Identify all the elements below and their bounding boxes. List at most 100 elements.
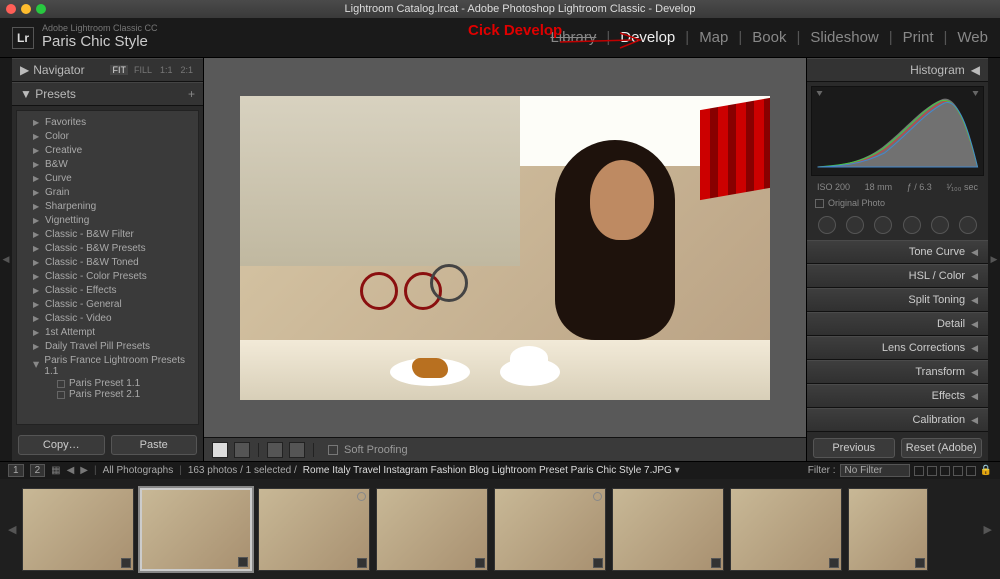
panel-calibration[interactable]: Calibration◀	[807, 408, 988, 432]
preset-folder[interactable]: ▶Favorites	[17, 115, 198, 129]
preset-folder[interactable]: ▶Classic - B&W Presets	[17, 241, 198, 255]
spot-removal-icon[interactable]	[846, 216, 864, 234]
right-panel-collapse[interactable]: ▶	[988, 58, 1000, 461]
reset-button[interactable]: Reset (Adobe)	[901, 438, 983, 458]
preset-folder[interactable]: ▶Vignetting	[17, 213, 198, 227]
preset-item[interactable]: Paris Preset 2.1	[17, 389, 198, 400]
filmstrip-thumb[interactable]	[376, 488, 488, 571]
filmstrip[interactable]: ◀ ▶	[0, 479, 1000, 579]
mac-titlebar: Lightroom Catalog.lrcat - Adobe Photosho…	[0, 0, 1000, 18]
histogram-panel-header[interactable]: Histogram ◀	[807, 58, 988, 82]
filmstrip-header: 1 2 ▦ ◀ ▶ | All Photographs | 163 photos…	[0, 461, 1000, 479]
preset-folder-open[interactable]: ▶Paris France Lightroom Presets 1.1	[17, 353, 198, 378]
local-adjustments-toolstrip	[807, 212, 988, 240]
brush-tool-icon[interactable]	[959, 216, 977, 234]
add-preset-icon[interactable]: +	[188, 87, 195, 101]
preset-folder[interactable]: ▶Classic - Video	[17, 311, 198, 325]
zoom-picker[interactable]: FITFILL1:12:1	[110, 65, 195, 75]
identity-plate: Paris Chic Style	[42, 34, 158, 51]
filmstrip-scroll-right-icon[interactable]: ▶	[984, 523, 992, 536]
grid-view-icon[interactable]: ▦	[51, 465, 60, 476]
navigator-panel-header[interactable]: ▶ Navigator FITFILL1:12:1	[12, 58, 203, 82]
filmstrip-thumb[interactable]	[848, 488, 928, 571]
paste-button[interactable]: Paste	[111, 435, 198, 455]
filmstrip-thumb[interactable]	[258, 488, 370, 571]
module-slideshow[interactable]: Slideshow	[810, 29, 878, 46]
filter-label: Filter :	[808, 465, 836, 476]
preset-folder[interactable]: ▶1st Attempt	[17, 325, 198, 339]
copy-button[interactable]: Copy…	[18, 435, 105, 455]
current-filename: Rome Italy Travel Instagram Fashion Blog…	[303, 465, 672, 476]
histogram-label: Histogram	[910, 63, 965, 77]
preset-folder[interactable]: ▶Classic - General	[17, 297, 198, 311]
filmstrip-thumb[interactable]	[730, 488, 842, 571]
preset-folder[interactable]: ▶Classic - Color Presets	[17, 269, 198, 283]
source-label[interactable]: All Photographs	[103, 465, 174, 476]
exif-summary: ISO 20018 mmƒ / 6.3¹⁄₁₀₀ sec	[811, 180, 984, 194]
forward-icon[interactable]: ▶	[80, 465, 88, 476]
presets-list: ▶Favorites ▶Color ▶Creative ▶B&W ▶Curve …	[16, 110, 199, 425]
preset-folder[interactable]: ▶Classic - B&W Toned	[17, 255, 198, 269]
filmstrip-thumb[interactable]	[612, 488, 724, 571]
filter-lock-icon[interactable]: 🔒	[980, 465, 992, 476]
preset-folder[interactable]: ▶Classic - Effects	[17, 283, 198, 297]
preset-folder[interactable]: ▶Sharpening	[17, 199, 198, 213]
presets-panel-header[interactable]: ▼ Presets +	[12, 82, 203, 106]
module-print[interactable]: Print	[903, 29, 934, 46]
preset-folder[interactable]: ▶Curve	[17, 171, 198, 185]
photo-preview[interactable]	[240, 96, 770, 400]
compare-view-button[interactable]	[267, 442, 283, 458]
module-web[interactable]: Web	[957, 29, 988, 46]
filmstrip-thumb[interactable]	[22, 488, 134, 571]
module-picker: Library| Develop| Map| Book| Slideshow| …	[550, 29, 988, 46]
soft-proofing-checkbox[interactable]	[328, 445, 338, 455]
original-photo-label: Original Photo	[828, 198, 885, 208]
previous-button[interactable]: Previous	[813, 438, 895, 458]
panel-hsl-color[interactable]: HSL / Color◀	[807, 264, 988, 288]
preset-folder[interactable]: ▶Classic - B&W Filter	[17, 227, 198, 241]
close-window-button[interactable]	[6, 4, 16, 14]
monitor-2-button[interactable]: 2	[30, 464, 46, 477]
right-panel: Histogram ◀ ISO 20018 mmƒ / 6.3¹⁄₁₀₀ sec…	[806, 58, 988, 461]
before-after-button[interactable]	[234, 442, 250, 458]
module-book[interactable]: Book	[752, 29, 786, 46]
preset-folder[interactable]: ▶B&W	[17, 157, 198, 171]
filmstrip-thumb-selected[interactable]	[140, 488, 252, 571]
filter-select[interactable]: No Filter	[840, 464, 910, 477]
panel-transform[interactable]: Transform◀	[807, 360, 988, 384]
graduated-filter-icon[interactable]	[903, 216, 921, 234]
original-photo-checkbox[interactable]	[815, 199, 824, 208]
left-panel: ▶ Navigator FITFILL1:12:1 ▼ Presets + ▶F…	[12, 58, 204, 461]
back-icon[interactable]: ◀	[67, 465, 75, 476]
loupe-view: Soft Proofing	[204, 58, 806, 461]
panel-effects[interactable]: Effects◀	[807, 384, 988, 408]
maximize-window-button[interactable]	[36, 4, 46, 14]
radial-filter-icon[interactable]	[931, 216, 949, 234]
panel-tone-curve[interactable]: Tone Curve◀	[807, 240, 988, 264]
lightroom-logo-icon: Lr	[12, 27, 34, 49]
loupe-view-button[interactable]	[212, 442, 228, 458]
panel-split-toning[interactable]: Split Toning◀	[807, 288, 988, 312]
minimize-window-button[interactable]	[21, 4, 31, 14]
preset-item[interactable]: Paris Preset 1.1	[17, 378, 198, 389]
preset-folder[interactable]: ▶Grain	[17, 185, 198, 199]
monitor-1-button[interactable]: 1	[8, 464, 24, 477]
filmstrip-thumb[interactable]	[494, 488, 606, 571]
left-panel-collapse[interactable]: ◀	[0, 58, 12, 461]
swap-view-button[interactable]	[289, 442, 305, 458]
panel-detail[interactable]: Detail◀	[807, 312, 988, 336]
preset-folder[interactable]: ▶Daily Travel Pill Presets	[17, 339, 198, 353]
preset-folder[interactable]: ▶Color	[17, 129, 198, 143]
histogram[interactable]	[811, 86, 984, 176]
module-develop[interactable]: Develop	[620, 29, 675, 46]
soft-proofing-label: Soft Proofing	[344, 444, 408, 456]
window-title: Lightroom Catalog.lrcat - Adobe Photosho…	[46, 3, 994, 15]
annotation-label: Cick Develop	[468, 22, 562, 39]
panel-lens-corrections[interactable]: Lens Corrections◀	[807, 336, 988, 360]
module-map[interactable]: Map	[699, 29, 728, 46]
crop-tool-icon[interactable]	[818, 216, 836, 234]
filter-flags[interactable]	[914, 466, 976, 476]
filmstrip-scroll-left-icon[interactable]: ◀	[8, 523, 16, 536]
preset-folder[interactable]: ▶Creative	[17, 143, 198, 157]
redeye-tool-icon[interactable]	[874, 216, 892, 234]
